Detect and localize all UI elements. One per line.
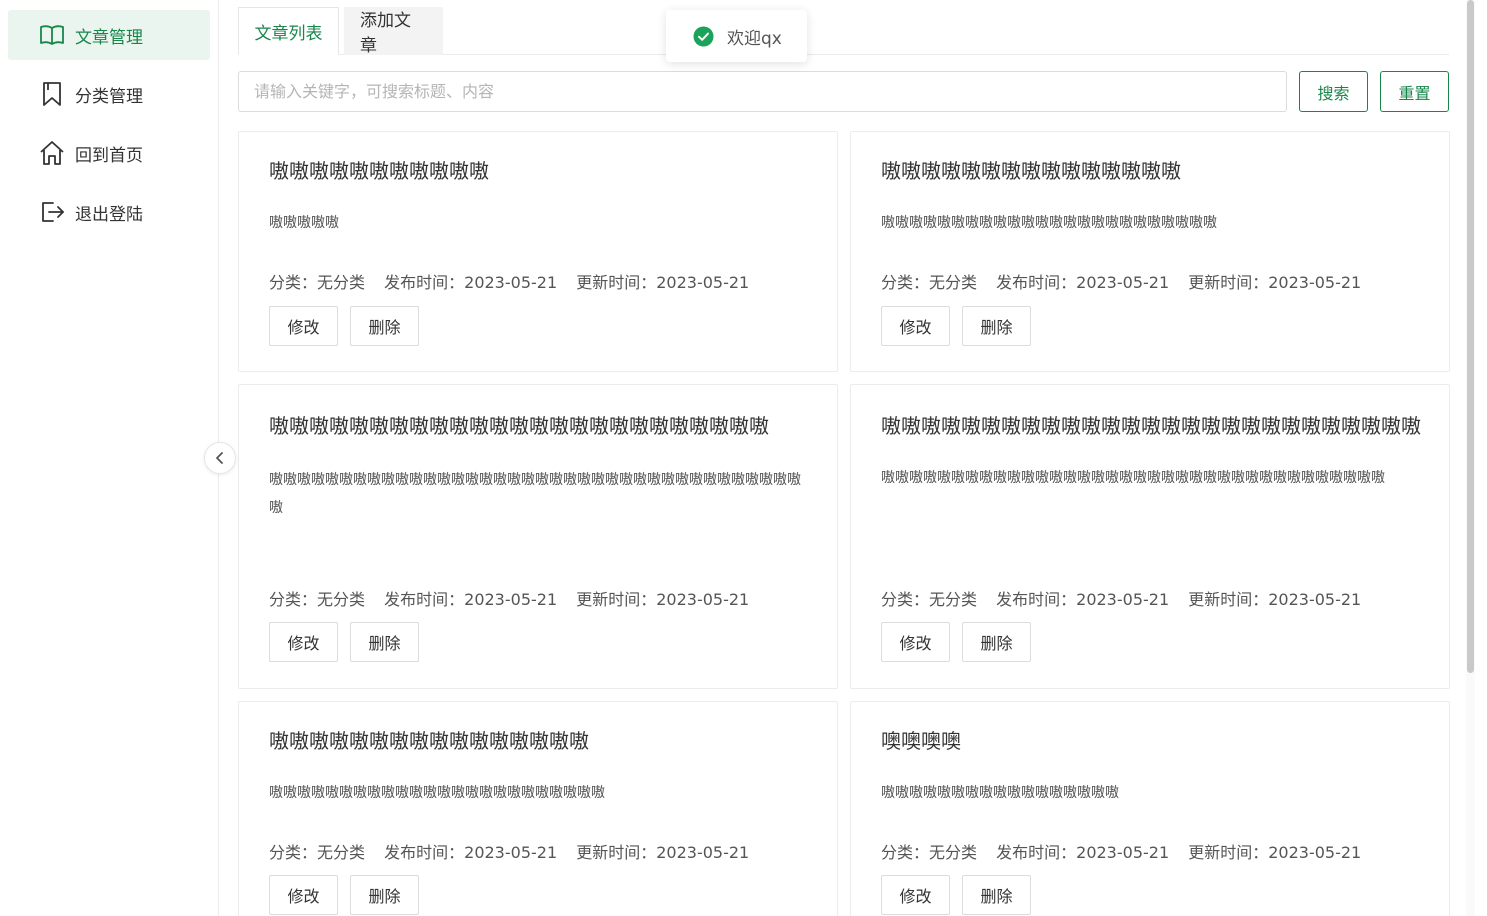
home-icon — [39, 140, 65, 166]
delete-button[interactable]: 删除 — [350, 875, 419, 915]
edit-button[interactable]: 修改 — [881, 875, 950, 915]
article-desc: 嗷嗷嗷嗷嗷嗷嗷嗷嗷嗷嗷嗷嗷嗷嗷嗷嗷嗷嗷嗷嗷嗷嗷嗷嗷嗷嗷嗷嗷嗷嗷嗷嗷嗷嗷嗷 — [881, 470, 1385, 486]
sidebar-item-label: 分类管理 — [75, 86, 143, 107]
delete-button[interactable]: 删除 — [962, 875, 1031, 915]
edit-button[interactable]: 修改 — [881, 306, 950, 346]
logout-icon — [39, 199, 65, 225]
sidebar-item-articles[interactable]: 文章管理 — [8, 10, 210, 60]
tab-add-article[interactable]: 添加文章 — [344, 7, 443, 56]
sidebar-item-home[interactable]: 回到首页 — [8, 128, 210, 178]
bookmark-icon — [39, 81, 65, 107]
search-bar: 搜索 重置 — [238, 71, 1449, 112]
book-open-icon — [39, 22, 65, 48]
delete-button[interactable]: 删除 — [962, 306, 1031, 346]
app-root: 文章管理 分类管理 回到首页 退出登陆 文章列表 添加文章 请输入关键字，可搜索… — [0, 0, 1487, 916]
article-actions: 修改 删除 — [881, 622, 1031, 662]
article-desc: 嗷嗷嗷嗷嗷嗷嗷嗷嗷嗷嗷嗷嗷嗷嗷嗷嗷嗷嗷嗷嗷嗷嗷嗷 — [881, 215, 1217, 231]
welcome-toast: 欢迎qx — [666, 10, 807, 62]
article-title: 嗷嗷嗷嗷嗷嗷嗷嗷嗷嗷嗷嗷嗷嗷嗷 — [881, 159, 1181, 183]
sidebar-item-label: 文章管理 — [75, 27, 143, 48]
article-card: 嗷嗷嗷嗷嗷嗷嗷嗷嗷嗷嗷 嗷嗷嗷嗷嗷 分类：无分类 发布时间：2023-05-21… — [238, 131, 838, 372]
article-actions: 修改 删除 — [881, 306, 1031, 346]
published-field: 发布时间：2023-05-21 — [996, 273, 1170, 292]
article-title: 嗷嗷嗷嗷嗷嗷嗷嗷嗷嗷嗷嗷嗷嗷嗷嗷嗷嗷嗷嗷嗷嗷嗷嗷嗷 — [269, 414, 769, 438]
updated-field: 更新时间：2023-05-21 — [576, 843, 750, 862]
article-title: 嗷嗷嗷嗷嗷嗷嗷嗷嗷嗷嗷嗷嗷嗷嗷嗷嗷嗷嗷嗷嗷嗷嗷嗷嗷嗷嗷 — [881, 414, 1421, 438]
article-meta: 分类：无分类 发布时间：2023-05-21 更新时间：2023-05-21 — [881, 269, 1375, 293]
article-meta: 分类：无分类 发布时间：2023-05-21 更新时间：2023-05-21 — [269, 269, 763, 293]
edit-button[interactable]: 修改 — [269, 875, 338, 915]
chevron-left-icon — [216, 452, 223, 464]
category-field: 分类：无分类 — [881, 590, 978, 609]
tab-article-list[interactable]: 文章列表 — [238, 7, 339, 55]
sidebar-collapse-button[interactable] — [204, 442, 236, 474]
published-field: 发布时间：2023-05-21 — [384, 273, 558, 292]
article-actions: 修改 删除 — [269, 875, 419, 915]
scrollbar-thumb[interactable] — [1467, 0, 1474, 673]
tab-bar: 文章列表 添加文章 — [238, 7, 1449, 56]
updated-field: 更新时间：2023-05-21 — [1188, 590, 1362, 609]
published-field: 发布时间：2023-05-21 — [384, 843, 558, 862]
toast-message: 欢迎qx — [727, 28, 782, 49]
category-field: 分类：无分类 — [269, 590, 366, 609]
article-card: 嗷嗷嗷嗷嗷嗷嗷嗷嗷嗷嗷嗷嗷嗷嗷 嗷嗷嗷嗷嗷嗷嗷嗷嗷嗷嗷嗷嗷嗷嗷嗷嗷嗷嗷嗷嗷嗷嗷嗷… — [850, 131, 1450, 372]
article-actions: 修改 删除 — [269, 306, 419, 346]
reset-button[interactable]: 重置 — [1380, 71, 1449, 112]
article-card: 嗷嗷嗷嗷嗷嗷嗷嗷嗷嗷嗷嗷嗷嗷嗷嗷 嗷嗷嗷嗷嗷嗷嗷嗷嗷嗷嗷嗷嗷嗷嗷嗷嗷嗷嗷嗷嗷嗷嗷… — [238, 701, 838, 916]
main-content: 文章列表 添加文章 搜索 重置 嗷嗷嗷嗷嗷嗷嗷嗷嗷嗷嗷 嗷嗷嗷嗷嗷 分类：无分类… — [238, 0, 1450, 916]
delete-button[interactable]: 删除 — [962, 622, 1031, 662]
sidebar-item-categories[interactable]: 分类管理 — [8, 69, 210, 119]
updated-field: 更新时间：2023-05-21 — [576, 590, 750, 609]
published-field: 发布时间：2023-05-21 — [996, 590, 1170, 609]
published-field: 发布时间：2023-05-21 — [384, 590, 558, 609]
edit-button[interactable]: 修改 — [269, 622, 338, 662]
category-field: 分类：无分类 — [269, 843, 366, 862]
sidebar-item-label: 回到首页 — [75, 145, 143, 166]
article-card: 嗷嗷嗷嗷嗷嗷嗷嗷嗷嗷嗷嗷嗷嗷嗷嗷嗷嗷嗷嗷嗷嗷嗷嗷嗷嗷嗷 嗷嗷嗷嗷嗷嗷嗷嗷嗷嗷嗷嗷… — [850, 384, 1450, 689]
article-title: 嗷嗷嗷嗷嗷嗷嗷嗷嗷嗷嗷嗷嗷嗷嗷嗷 — [269, 729, 589, 753]
category-field: 分类：无分类 — [881, 273, 978, 292]
article-actions: 修改 删除 — [269, 622, 419, 662]
delete-button[interactable]: 删除 — [350, 622, 419, 662]
updated-field: 更新时间：2023-05-21 — [1188, 273, 1362, 292]
category-field: 分类：无分类 — [881, 843, 978, 862]
article-actions: 修改 删除 — [881, 875, 1031, 915]
search-input[interactable] — [238, 71, 1287, 112]
article-meta: 分类：无分类 发布时间：2023-05-21 更新时间：2023-05-21 — [269, 839, 763, 863]
article-desc: 嗷嗷嗷嗷嗷嗷嗷嗷嗷嗷嗷嗷嗷嗷嗷嗷嗷 — [881, 785, 1119, 801]
published-field: 发布时间：2023-05-21 — [996, 843, 1170, 862]
article-desc: 嗷嗷嗷嗷嗷 — [269, 215, 339, 231]
edit-button[interactable]: 修改 — [269, 306, 338, 346]
article-card: 嗷嗷嗷嗷嗷嗷嗷嗷嗷嗷嗷嗷嗷嗷嗷嗷嗷嗷嗷嗷嗷嗷嗷嗷嗷 嗷嗷嗷嗷嗷嗷嗷嗷嗷嗷嗷嗷嗷嗷… — [238, 384, 838, 689]
search-button[interactable]: 搜索 — [1299, 71, 1368, 112]
article-meta: 分类：无分类 发布时间：2023-05-21 更新时间：2023-05-21 — [269, 586, 763, 610]
updated-field: 更新时间：2023-05-21 — [576, 273, 750, 292]
sidebar: 文章管理 分类管理 回到首页 退出登陆 — [0, 0, 219, 916]
article-desc: 嗷嗷嗷嗷嗷嗷嗷嗷嗷嗷嗷嗷嗷嗷嗷嗷嗷嗷嗷嗷嗷嗷嗷嗷 — [269, 785, 605, 801]
article-title: 嗷嗷嗷嗷嗷嗷嗷嗷嗷嗷嗷 — [269, 159, 489, 183]
article-meta: 分类：无分类 发布时间：2023-05-21 更新时间：2023-05-21 — [881, 839, 1375, 863]
article-meta: 分类：无分类 发布时间：2023-05-21 更新时间：2023-05-21 — [881, 586, 1375, 610]
sidebar-item-logout[interactable]: 退出登陆 — [8, 187, 210, 237]
sidebar-item-label: 退出登陆 — [75, 204, 143, 225]
edit-button[interactable]: 修改 — [881, 622, 950, 662]
updated-field: 更新时间：2023-05-21 — [1188, 843, 1362, 862]
article-card: 噢噢噢噢 嗷嗷嗷嗷嗷嗷嗷嗷嗷嗷嗷嗷嗷嗷嗷嗷嗷 分类：无分类 发布时间：2023-… — [850, 701, 1450, 916]
category-field: 分类：无分类 — [269, 273, 366, 292]
article-desc: 嗷嗷嗷嗷嗷嗷嗷嗷嗷嗷嗷嗷嗷嗷嗷嗷嗷嗷嗷嗷嗷嗷嗷嗷嗷嗷嗷嗷嗷嗷嗷嗷嗷嗷嗷嗷嗷嗷嗷 — [269, 472, 801, 516]
article-title: 噢噢噢噢 — [881, 729, 961, 753]
success-check-icon — [693, 26, 714, 46]
delete-button[interactable]: 删除 — [350, 306, 419, 346]
